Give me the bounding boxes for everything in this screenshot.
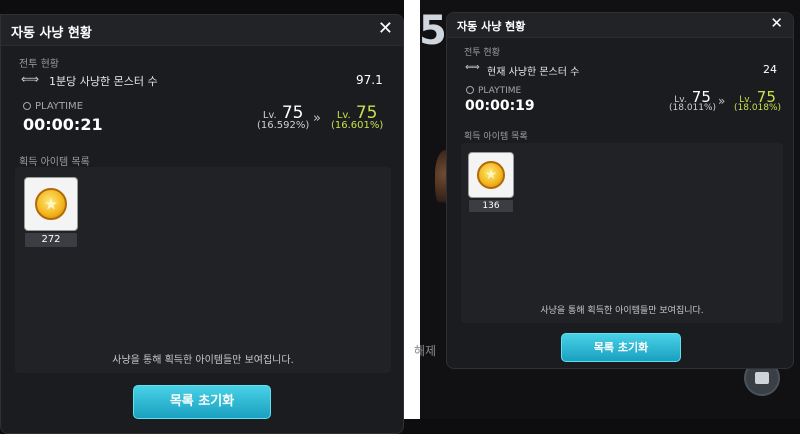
clock-icon — [23, 102, 31, 110]
panel-title: 자동 사냥 현황 — [457, 20, 526, 33]
close-icon[interactable]: ✕ — [378, 18, 393, 39]
title-bar: 자동 사냥 현황 ✕ — [1, 15, 403, 46]
playtime-value: 00:00:21 — [23, 115, 103, 134]
reset-list-button[interactable]: 목록 초기화 — [561, 333, 681, 362]
playtime-label-text: PLAYTIME — [478, 86, 522, 96]
item-slot[interactable]: ★ — [468, 152, 514, 198]
level-before: Lv. 75 (18.011%) — [669, 87, 716, 113]
double-chevron-icon: » — [313, 111, 321, 126]
double-chevron-icon: » — [718, 94, 726, 108]
monster-stat-label: 1분당 사냥한 몬스터 수 — [49, 75, 158, 88]
level-percent: (18.018%) — [734, 103, 782, 113]
background-glyph: 5 — [419, 8, 447, 54]
playtime-label: PLAYTIME — [466, 86, 521, 96]
monster-stat-value: 97.1 — [356, 73, 383, 87]
battle-status-label: 전투 현황 — [19, 59, 59, 70]
items-label: 획득 아이템 목록 — [464, 132, 528, 142]
level-percent: (16.592%) — [257, 120, 310, 131]
item-slot[interactable]: ★ — [24, 177, 78, 231]
auto-hunt-panel-left: 자동 사냥 현황 ✕ 전투 현황 ⇐⇒ 1분당 사냥한 몬스터 수 97.1 P… — [0, 14, 404, 434]
swap-arrows-icon: ⇐⇒ — [21, 72, 39, 86]
level-before: Lv. 75 (16.592%) — [257, 103, 309, 131]
item-hint: 사냥을 통해 획득한 아이템들만 보여집니다. — [112, 355, 294, 366]
gold-coin-icon: ★ — [477, 161, 505, 189]
title-bar: 자동 사냥 현황 ✕ — [447, 13, 793, 38]
gold-coin-icon: ★ — [35, 188, 67, 220]
level-percent: (18.011%) — [669, 103, 717, 113]
items-label: 획득 아이템 목록 — [19, 157, 90, 168]
monster-stat-label: 현재 사냥한 몬스터 수 — [487, 67, 580, 78]
item-list: ★ 136 사냥을 통해 획득한 아이템들만 보여집니다. — [461, 143, 783, 323]
item-count: 272 — [25, 233, 77, 247]
item-count: 136 — [469, 200, 513, 212]
playtime-value: 00:00:19 — [465, 98, 535, 114]
monster-stat-value: 24 — [763, 63, 777, 76]
battle-status-label: 전투 현황 — [464, 48, 500, 58]
playtime-label-text: PLAYTIME — [35, 101, 84, 112]
swap-arrows-icon: ⇐⇒ — [465, 62, 480, 73]
clock-icon — [466, 86, 474, 94]
close-icon[interactable]: ✕ — [770, 14, 783, 32]
level-after: Lv. 75 (18.018%) — [734, 87, 781, 113]
level-percent: (16.601%) — [331, 120, 384, 131]
panel-title: 자동 사냥 현황 — [11, 26, 92, 41]
background-text: 해제 — [414, 344, 437, 358]
playtime-label: PLAYTIME — [23, 101, 83, 112]
item-hint: 사냥을 통해 획득한 아이템들만 보여집니다. — [540, 306, 704, 316]
reset-list-button[interactable]: 목록 초기화 — [133, 385, 271, 419]
auto-hunt-panel-right: 자동 사냥 현황 ✕ 전투 현황 ⇐⇒ 현재 사냥한 몬스터 수 24 PLAY… — [446, 12, 794, 369]
item-list: ★ 272 사냥을 통해 획득한 아이템들만 보여집니다. — [15, 167, 391, 373]
level-after: Lv. 75 (16.601%) — [331, 103, 383, 131]
